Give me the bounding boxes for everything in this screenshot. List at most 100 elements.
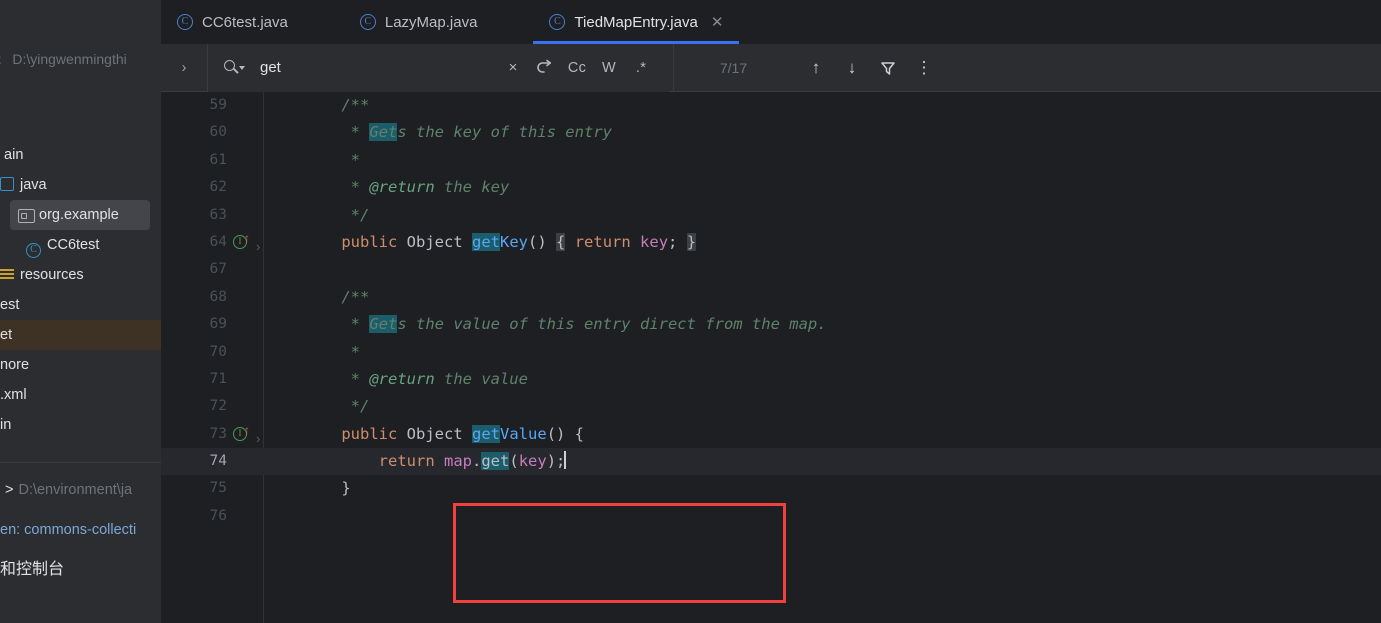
console-row[interactable]: 和控制台 [0, 550, 161, 590]
code-text: * [304, 150, 360, 169]
close-icon[interactable]: ✕ [711, 15, 724, 30]
code-text: } [304, 479, 351, 498]
tree-item-test[interactable]: est [0, 290, 161, 320]
tab-cc6test-java[interactable]: C CC6test.java [161, 0, 304, 44]
search-field-wrapper[interactable]: get × Cc W .* [207, 43, 669, 92]
tree-item-main[interactable]: ain [0, 140, 161, 170]
code-line[interactable]: 60 * Gets the key of this entry [161, 119, 1381, 146]
code-line[interactable]: 72 */ [161, 393, 1381, 420]
code-line[interactable]: 75 } [161, 475, 1381, 502]
tree-item-label: .xml [0, 387, 27, 403]
run-config-row[interactable]: > D:\environment\ja [0, 470, 161, 510]
line-number: 71 [209, 370, 227, 387]
code-line[interactable]: 70 * [161, 339, 1381, 366]
tree-item-label: CC6test [47, 237, 100, 253]
tree-item-label: nore [0, 357, 30, 373]
tree-item-org-example[interactable]: org.example [10, 200, 150, 230]
search-icon[interactable] [224, 59, 252, 76]
line-number: 70 [209, 343, 227, 360]
code-line[interactable]: 63 */ [161, 202, 1381, 229]
tab-lazymap-java[interactable]: C LazyMap.java [344, 0, 494, 44]
tree-item-label: resources [20, 267, 84, 283]
tree-item-pom-xml[interactable]: .xml [0, 380, 161, 410]
tree-item-cc6test[interactable]: C CC6test [0, 230, 161, 260]
code-text: * Gets the value of this entry direct fr… [304, 315, 827, 334]
code-line[interactable]: 61 * [161, 147, 1381, 174]
code-line[interactable]: 68 /** [161, 284, 1381, 311]
search-nav-tools: ↑ ↓ ⋮ [801, 53, 939, 83]
code-lines[interactable]: 59 /** 60 * Gets the key of this entry 61 … [161, 92, 1381, 530]
words-toggle[interactable]: W [593, 53, 625, 83]
line-number: 63 [209, 206, 227, 223]
line-number: 67 [209, 261, 227, 278]
package-folder-icon [18, 208, 35, 223]
maven-row[interactable]: en: commons-collecti [0, 510, 161, 550]
code-line[interactable]: 67 [161, 256, 1381, 283]
tree-item-bin[interactable]: in [0, 410, 161, 440]
expand-search-toggle-icon[interactable]: › [161, 59, 207, 76]
code-line[interactable]: 76 [161, 503, 1381, 530]
resources-folder-icon [0, 267, 14, 281]
more-options-icon[interactable]: ⋮ [909, 53, 939, 83]
filter-icon[interactable] [873, 53, 903, 83]
code-text: * [304, 342, 360, 361]
previous-match-icon[interactable]: ↑ [801, 53, 831, 83]
java-source-folder-icon [0, 177, 14, 191]
line-number: 68 [209, 288, 227, 305]
line-number: 73 [209, 425, 227, 442]
line-number: 59 [209, 97, 227, 113]
editor-area: C CC6test.java C LazyMap.java C TiedMapE… [161, 0, 1381, 623]
code-text: * Gets the key of this entry [304, 123, 612, 142]
code-text: public Object getValue() { [341, 424, 585, 443]
next-match-icon[interactable]: ↓ [837, 53, 867, 83]
tab-label: CC6test.java [202, 13, 288, 31]
match-case-toggle[interactable]: Cc [561, 53, 593, 83]
java-class-icon: C [177, 14, 193, 30]
project-header: st D:\yingwenmingthi [0, 48, 127, 70]
tree-item-gitignore[interactable]: nore [0, 350, 161, 380]
code-text: * @return the value [304, 369, 528, 388]
tab-tiedmapentry-java[interactable]: C TiedMapEntry.java ✕ [533, 0, 740, 44]
regex-toggle[interactable]: .* [625, 53, 657, 83]
search-input[interactable]: get [260, 59, 281, 76]
java-class-icon: C [549, 14, 566, 30]
tree-item-label: ain [4, 147, 24, 163]
code-line[interactable]: 64 I ↑ › public Object getKey() { return ke… [161, 229, 1381, 256]
search-field-tools: × Cc W .* [497, 53, 657, 83]
tree-item-target[interactable]: et [0, 320, 161, 350]
line-number: 72 [209, 398, 227, 415]
sidebar-divider [0, 462, 161, 463]
line-number: 76 [209, 507, 227, 524]
code-line[interactable]: 69 * Gets the value of this entry direct… [161, 311, 1381, 338]
ide-window: st D:\yingwenmingthi ain java org.exampl… [0, 0, 1381, 623]
line-number: 69 [209, 316, 227, 333]
console-label: 和控制台 [0, 561, 65, 578]
code-line[interactable]: 74 return map.get(key); [161, 448, 1381, 476]
project-tree[interactable]: ain java org.example C CC6test resources … [0, 140, 161, 440]
code-text: /** [304, 96, 370, 114]
editor-tab-bar: C CC6test.java C LazyMap.java C TiedMapE… [161, 0, 1381, 44]
tree-item-label: in [0, 417, 12, 433]
line-number: 60 [209, 124, 227, 141]
clear-search-icon[interactable]: × [497, 53, 529, 83]
maven-label: en: commons-collecti [0, 522, 137, 538]
line-number: 75 [209, 480, 227, 497]
project-sidebar: st D:\yingwenmingthi ain java org.exampl… [0, 0, 161, 623]
code-editor[interactable]: 59 /** 60 * Gets the key of this entry 61 … [161, 92, 1381, 623]
preserve-case-icon[interactable] [529, 53, 561, 83]
tab-label: TiedMapEntry.java [574, 13, 698, 31]
funnel-glyph [881, 61, 895, 75]
java-class-icon: C [359, 14, 376, 30]
match-counter: 7/17 [673, 43, 793, 92]
tree-item-java[interactable]: java [0, 170, 161, 200]
code-line[interactable]: 73 I ↑ › public Object getValue() { [161, 421, 1381, 448]
code-line[interactable]: 59 /** [161, 92, 1381, 119]
line-number: 61 [209, 151, 227, 168]
tree-item-resources[interactable]: resources [0, 260, 161, 290]
code-line[interactable]: 62 * @return the key [161, 174, 1381, 201]
text-caret [564, 451, 566, 470]
code-text: public Object getKey() { return key; } [341, 232, 697, 251]
line-number: 74 [209, 453, 227, 470]
code-line[interactable]: 71 * @return the value [161, 366, 1381, 393]
project-path: D:\yingwenmingthi [12, 51, 127, 67]
